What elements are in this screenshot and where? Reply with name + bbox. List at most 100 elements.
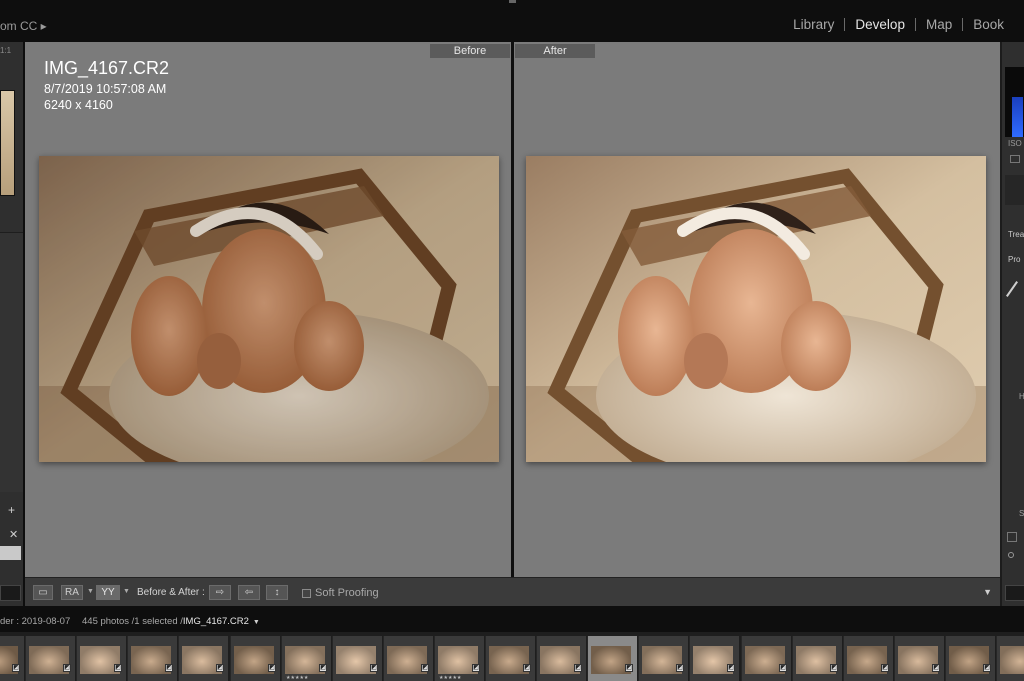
develop-badge-icon[interactable]: ◩ <box>523 664 531 672</box>
module-book[interactable]: Book <box>963 17 1014 32</box>
develop-badge-icon[interactable]: ◩ <box>983 664 991 672</box>
filmstrip-count: 445 photos /1 selected /IMG_4167.CR2 ▼ <box>82 616 260 627</box>
filmstrip-thumbnail[interactable]: ◩ ★★★★★ <box>281 636 331 681</box>
after-label: After <box>515 44 595 58</box>
filmstrip-thumbnail[interactable]: ◩ <box>996 636 1024 681</box>
split-divider <box>511 42 514 577</box>
develop-badge-icon[interactable]: ◩ <box>370 664 378 672</box>
filmstrip-thumbnail[interactable]: ◩ <box>230 636 280 681</box>
develop-badge-icon[interactable]: ◩ <box>12 664 20 672</box>
copy-button[interactable] <box>0 585 21 601</box>
develop-badge-icon[interactable]: ◩ <box>114 664 122 672</box>
develop-badge-icon[interactable]: ◩ <box>779 664 787 672</box>
filmstrip-thumbnail[interactable]: ◩ <box>689 636 739 681</box>
chevron-down-icon[interactable]: ▼ <box>123 588 130 595</box>
filmstrip-count-text: 445 photos /1 selected / <box>82 616 183 627</box>
develop-badge-icon[interactable]: ◩ <box>932 664 940 672</box>
module-develop[interactable]: Develop <box>845 17 915 32</box>
filmstrip-header: der : 2019-08-07 445 photos /1 selected … <box>0 608 1024 632</box>
develop-badge-icon[interactable]: ◩ <box>63 664 71 672</box>
copy-after-to-before-button[interactable]: ⇦ <box>238 585 260 600</box>
before-after-label: Before & After : <box>137 587 205 598</box>
add-preset-icon[interactable]: + <box>8 503 15 517</box>
histogram-blue-channel <box>1012 97 1023 137</box>
develop-badge-icon[interactable]: ◩ <box>830 664 838 672</box>
profile-label: Pro <box>1008 255 1021 264</box>
copy-before-to-after-button[interactable]: ⇨ <box>209 585 231 600</box>
filmstrip-thumbnail[interactable]: ◩ <box>332 636 382 681</box>
side-by-side-view-button[interactable]: YY <box>96 585 120 600</box>
develop-badge-icon[interactable]: ◩ <box>676 664 684 672</box>
develop-badge-icon[interactable]: ◩ <box>319 664 327 672</box>
snapshot-row[interactable] <box>0 546 21 560</box>
filmstrip-thumbnail[interactable]: ◩ <box>894 636 944 681</box>
filmstrip-thumbnail[interactable]: ◩ <box>485 636 535 681</box>
filmstrip-thumbnail[interactable]: ◩ ★★★★★ <box>434 636 484 681</box>
toolbar-menu-icon[interactable]: ▼ <box>983 587 992 597</box>
develop-badge-icon[interactable]: ◩ <box>625 664 633 672</box>
thumbnail-image <box>1000 646 1024 674</box>
filmstrip-thumbnail[interactable]: ◩ <box>638 636 688 681</box>
newborn-photo-before <box>39 156 499 462</box>
soft-proofing-checkbox[interactable] <box>302 589 311 598</box>
loupe-view-button[interactable]: ▭ <box>33 585 53 600</box>
newborn-photo-after <box>526 156 986 462</box>
filmstrip-thumbnail[interactable]: ◩ <box>536 636 586 681</box>
radio-icon[interactable] <box>1008 552 1014 558</box>
before-after-view: Before After IMG_4167.CR2 8/7/2019 10:57… <box>25 42 1000 577</box>
presets-panel <box>0 232 23 492</box>
chevron-down-icon[interactable]: ▼ <box>87 588 94 595</box>
filmstrip-thumbnail[interactable]: ◩ <box>741 636 791 681</box>
soft-proofing-label[interactable]: Soft Proofing <box>315 587 379 599</box>
star-rating[interactable]: ★★★★★ <box>439 675 461 681</box>
filmstrip-thumbnail[interactable]: ◩ <box>76 636 126 681</box>
filmstrip-thumbnail[interactable]: ◩ <box>0 636 24 681</box>
info-filename: IMG_4167.CR2 <box>44 58 170 78</box>
develop-badge-icon[interactable]: ◩ <box>472 664 480 672</box>
filmstrip-thumbnail[interactable]: ◩ <box>25 636 75 681</box>
before-after-view-button[interactable]: RA <box>61 585 83 600</box>
module-bar: om CC ▸ Library Develop Map Book <box>0 0 1024 42</box>
close-icon[interactable]: ✕ <box>9 528 18 541</box>
develop-badge-icon[interactable]: ◩ <box>881 664 889 672</box>
filmstrip-thumbnail[interactable]: ◩ <box>792 636 842 681</box>
panel-toggle-notch[interactable] <box>509 0 516 3</box>
before-photo[interactable] <box>39 156 499 462</box>
develop-badge-icon[interactable]: ◩ <box>216 664 224 672</box>
app-title: om CC ▸ <box>0 19 47 33</box>
filmstrip-thumbnail[interactable]: ◩ <box>843 636 893 681</box>
develop-badge-icon[interactable]: ◩ <box>421 664 429 672</box>
info-datetime: 8/7/2019 10:57:08 AM <box>44 82 167 96</box>
develop-badge-icon[interactable]: ◩ <box>574 664 582 672</box>
eyedropper-icon[interactable] <box>1006 281 1018 297</box>
chevron-down-icon[interactable]: ▼ <box>253 619 260 626</box>
module-map[interactable]: Map <box>916 17 962 32</box>
star-rating[interactable]: ★★★★★ <box>286 675 308 681</box>
before-label: Before <box>430 44 510 58</box>
module-picker: Library Develop Map Book <box>783 17 1014 32</box>
info-dimensions: 6240 x 4160 <box>44 98 113 112</box>
module-library[interactable]: Library <box>783 17 844 32</box>
after-photo[interactable] <box>526 156 986 462</box>
filmstrip-folder[interactable]: der : 2019-08-07 <box>0 616 70 627</box>
develop-badge-icon[interactable]: ◩ <box>268 664 276 672</box>
iso-readout: ISO <box>1008 139 1022 148</box>
crop-tool-icon[interactable] <box>1010 155 1020 163</box>
filmstrip-thumbnail[interactable]: ◩ <box>383 636 433 681</box>
reset-button[interactable] <box>1005 585 1024 601</box>
navigator-preview[interactable] <box>0 90 15 196</box>
panel-toggle-icon[interactable] <box>1007 532 1017 542</box>
filmstrip-thumbnail[interactable]: ◩ <box>127 636 177 681</box>
swap-before-after-button[interactable]: ↕ <box>266 585 288 600</box>
develop-badge-icon[interactable]: ◩ <box>727 664 735 672</box>
develop-badge-icon[interactable]: ◩ <box>165 664 173 672</box>
filmstrip-current-file[interactable]: IMG_4167.CR2 <box>183 616 249 627</box>
filmstrip: ◩ ◩ ◩ ◩ ◩ ◩ ◩ ★★★★★ ◩ ◩ ◩ ★★★★★ ◩ ◩ ◩ ◩ ◩ ◩ ◩ ◩ ◩ ◩ ◩ <box>0 632 1024 681</box>
filmstrip-thumbnail[interactable]: ◩ <box>587 636 637 681</box>
treatment-label: Trea <box>1008 230 1024 239</box>
tool-strip[interactable] <box>1005 175 1024 205</box>
left-panel: 1:1 + ✕ <box>0 42 23 606</box>
navigator-zoom[interactable]: 1:1 <box>0 46 11 55</box>
filmstrip-thumbnail[interactable]: ◩ <box>178 636 228 681</box>
filmstrip-thumbnail[interactable]: ◩ <box>945 636 995 681</box>
